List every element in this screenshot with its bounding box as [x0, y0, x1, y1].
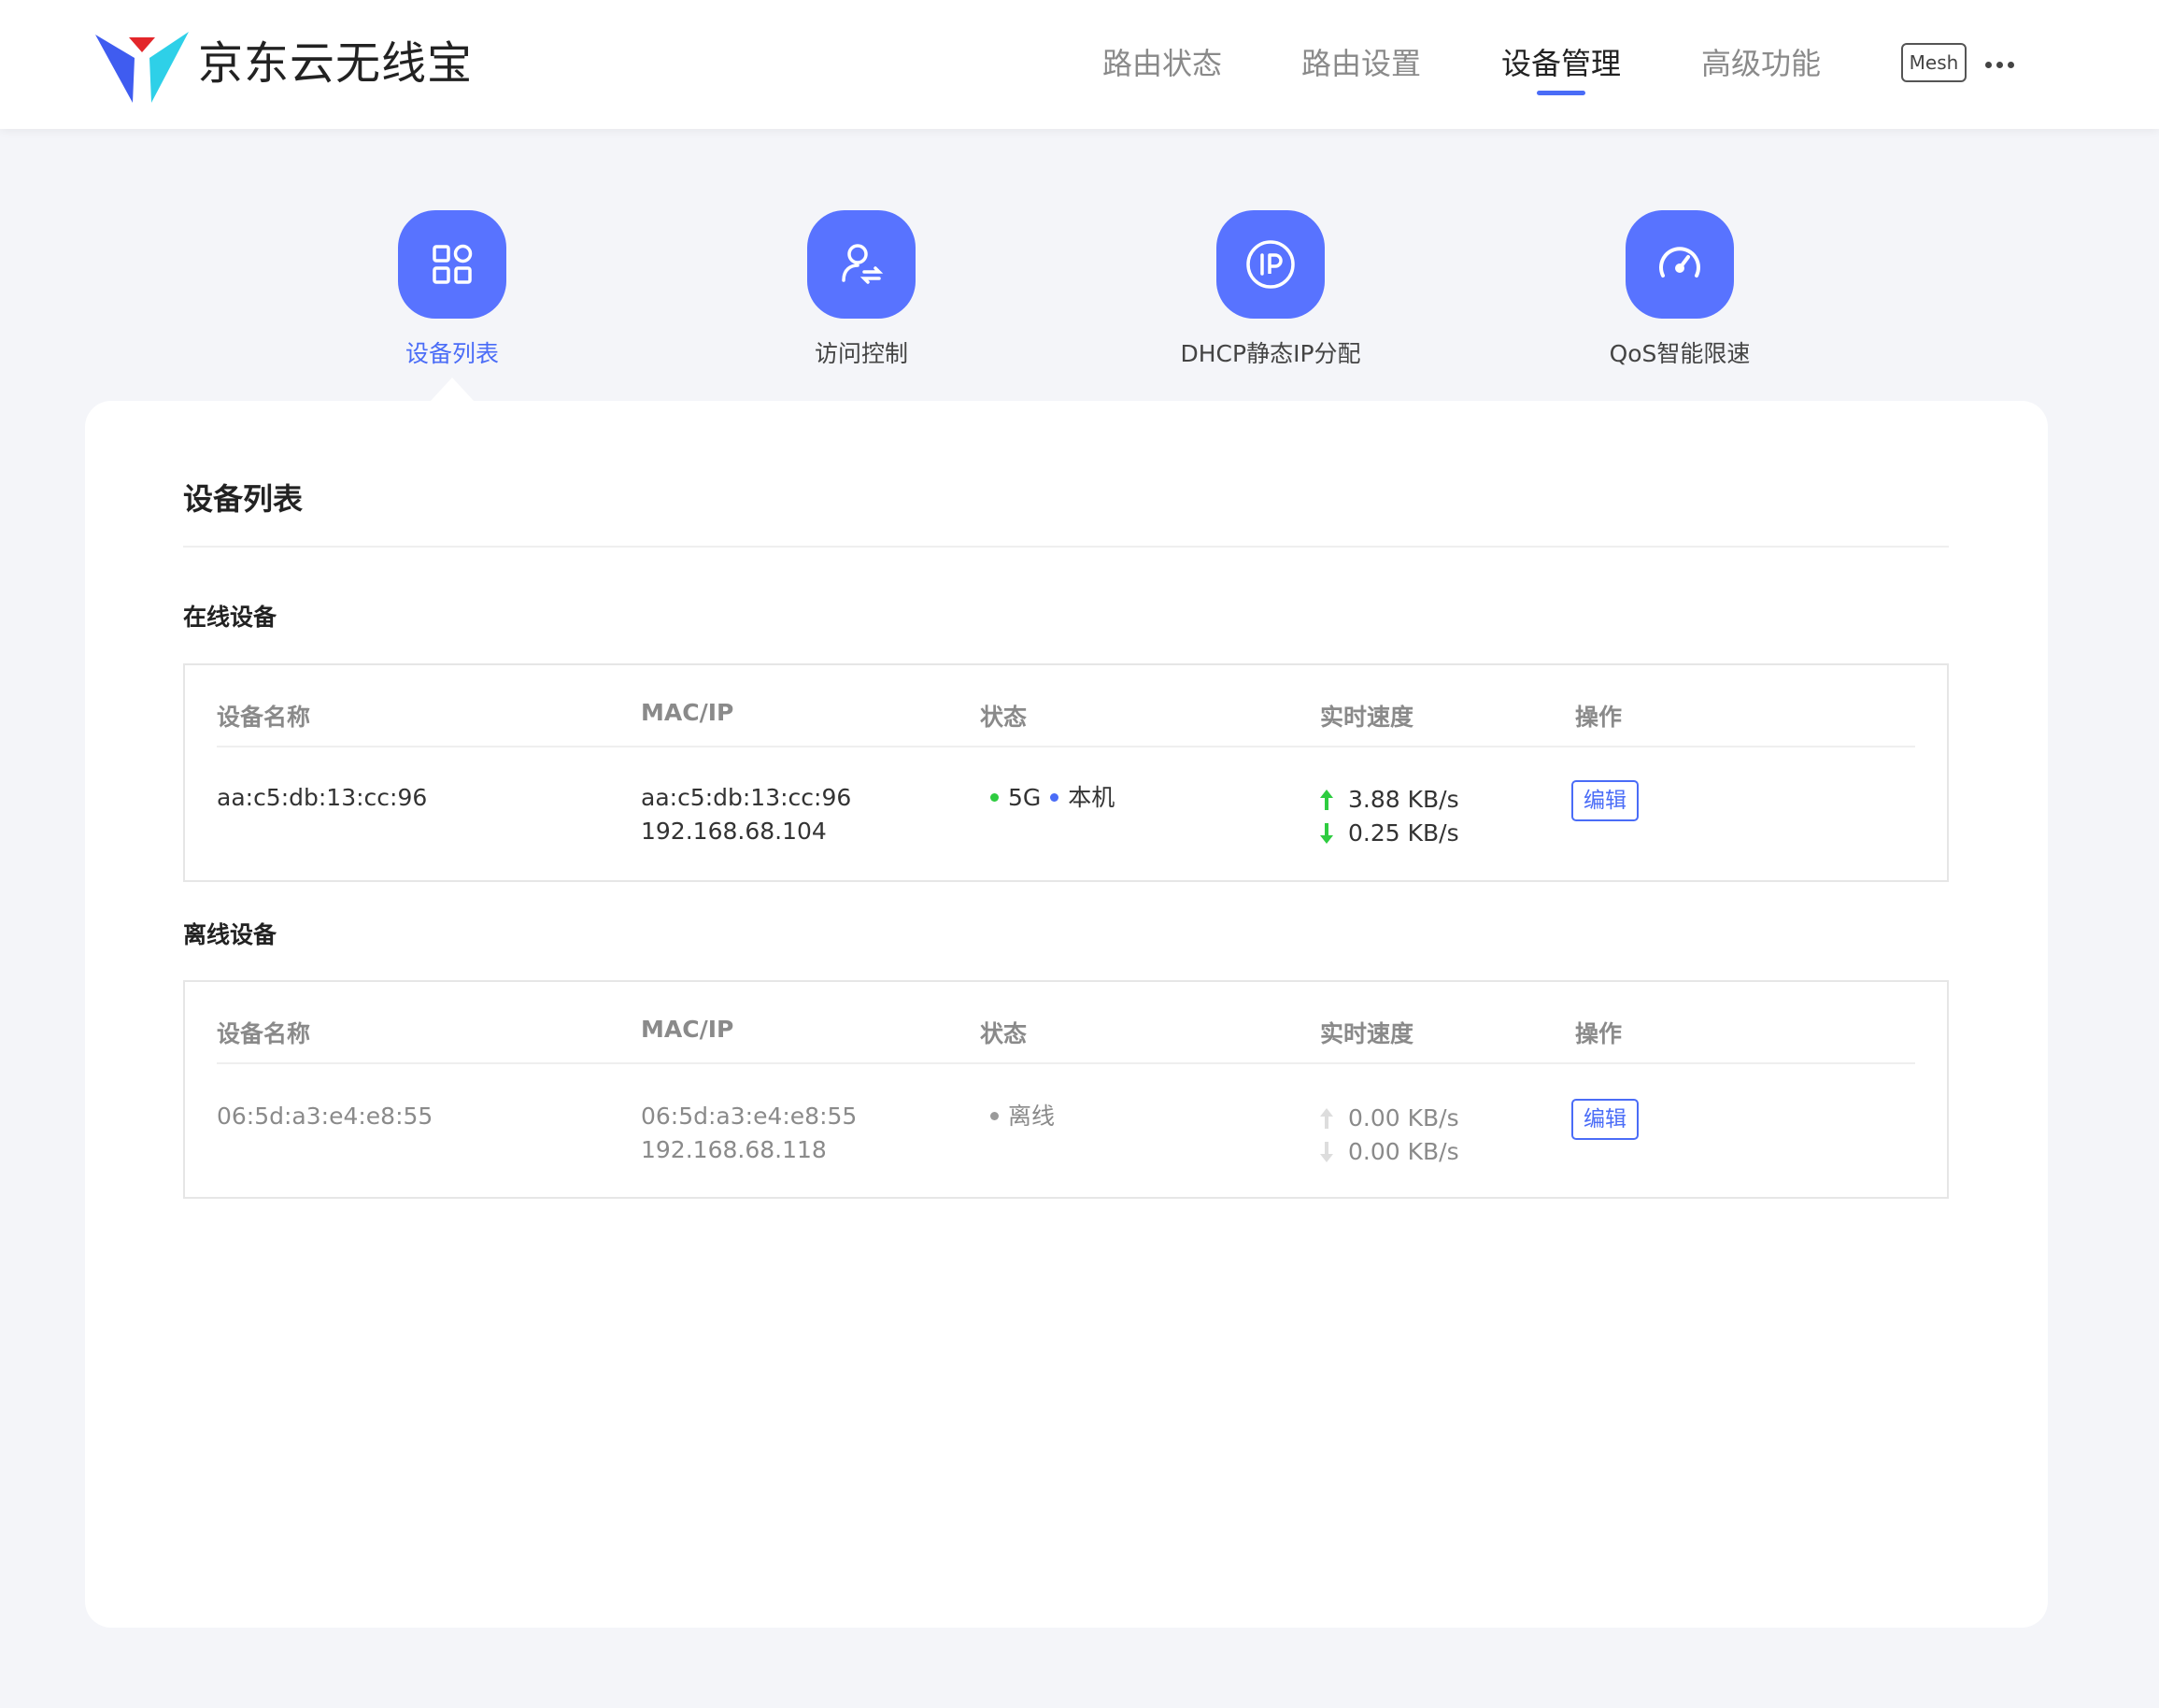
offline-devices-table: 设备名称 MAC/IP 状态 实时速度 操作 06:5d:a3:e4:e8:55… — [183, 980, 1949, 1199]
online-devices-table: 设备名称 MAC/IP 状态 实时速度 操作 aa:c5:db:13:cc:96… — [183, 663, 1949, 882]
device-mac: 06:5d:a3:e4:e8:55 — [641, 1103, 858, 1130]
nav-router-settings[interactable]: 路由设置 — [1301, 37, 1421, 90]
device-name: aa:c5:db:13:cc:96 — [217, 784, 428, 811]
download-arrow-icon — [1320, 1142, 1333, 1162]
nav-router-status[interactable]: 路由状态 — [1102, 37, 1222, 90]
device-speed: 3.88 KB/s 0.25 KB/s — [1320, 783, 1459, 850]
mesh-button[interactable]: Mesh — [1901, 43, 1967, 82]
column-header-mac-ip: MAC/IP — [641, 1016, 734, 1043]
column-header-speed: 实时速度 — [1320, 704, 1414, 731]
jd-cloud-logo-icon[interactable] — [95, 30, 189, 105]
device-list-card: 设备列表 在线设备 设备名称 MAC/IP 状态 实时速度 操作 aa:c5:d… — [85, 401, 2048, 1628]
device-name: 06:5d:a3:e4:e8:55 — [217, 1103, 433, 1130]
speedometer-icon — [1626, 210, 1734, 319]
download-arrow-icon — [1320, 823, 1333, 844]
upload-speed: 0.00 KB/s — [1348, 1104, 1459, 1132]
download-speed: 0.00 KB/s — [1348, 1138, 1459, 1165]
upload-speed: 3.88 KB/s — [1348, 786, 1459, 813]
offline-devices-title: 离线设备 — [183, 921, 277, 948]
card-divider — [183, 546, 1949, 548]
func-label: QoS智能限速 — [1609, 340, 1751, 367]
download-speed: 0.25 KB/s — [1348, 819, 1459, 847]
offline-status-label: 离线 — [1008, 1103, 1056, 1130]
column-header-action: 操作 — [1575, 704, 1623, 731]
column-header-status: 状态 — [980, 704, 1028, 731]
func-access-control[interactable]: 访问控制 — [721, 210, 1001, 369]
header-divider — [217, 1062, 1915, 1064]
edit-button[interactable]: 编辑 — [1571, 1099, 1639, 1140]
device-mac: aa:c5:db:13:cc:96 — [641, 784, 852, 811]
band-label: 5G — [1008, 784, 1042, 811]
local-dot-icon — [1050, 792, 1059, 802]
func-label: 访问控制 — [814, 340, 908, 367]
func-device-list[interactable]: 设备列表 — [312, 210, 592, 369]
local-device-tag: 本机 — [1068, 784, 1115, 811]
grid-icon — [398, 210, 506, 319]
device-status: 离线 — [990, 1100, 1055, 1133]
device-speed: 0.00 KB/s 0.00 KB/s — [1320, 1102, 1459, 1169]
column-header-name: 设备名称 — [217, 704, 311, 731]
brand-name: 京东云无线宝 — [198, 37, 474, 90]
card-title: 设备列表 — [183, 481, 304, 517]
column-header-status: 状态 — [980, 1020, 1028, 1047]
func-dhcp-static-ip[interactable]: DHCP静态IP分配 — [1130, 210, 1411, 369]
user-switch-icon — [807, 210, 916, 319]
device-ip: 192.168.68.118 — [641, 1136, 827, 1163]
column-header-speed: 实时速度 — [1320, 1020, 1414, 1047]
online-devices-title: 在线设备 — [183, 604, 277, 631]
ip-icon — [1216, 210, 1325, 319]
nav-advanced-features[interactable]: 高级功能 — [1701, 37, 1821, 90]
online-dot-icon — [990, 792, 999, 802]
top-header: 京东云无线宝 路由状态 路由设置 设备管理 高级功能 Mesh — [0, 0, 2159, 129]
active-tab-pointer — [430, 377, 475, 402]
func-label: 设备列表 — [405, 340, 499, 367]
func-qos-speed-limit[interactable]: QoS智能限速 — [1540, 210, 1820, 369]
device-ip: 192.168.68.104 — [641, 818, 827, 845]
func-label: DHCP静态IP分配 — [1180, 340, 1361, 367]
edit-button[interactable]: 编辑 — [1571, 780, 1639, 821]
nav-active-indicator — [1537, 91, 1585, 95]
column-header-action: 操作 — [1575, 1020, 1623, 1047]
nav-device-management[interactable]: 设备管理 — [1501, 37, 1621, 90]
more-horizontal-icon[interactable] — [1985, 54, 2019, 73]
upload-arrow-icon — [1320, 1108, 1333, 1129]
device-status: 5G 本机 — [990, 781, 1115, 815]
offline-dot-icon — [990, 1111, 999, 1120]
column-header-name: 设备名称 — [217, 1020, 311, 1047]
header-divider — [217, 746, 1915, 747]
upload-arrow-icon — [1320, 790, 1333, 810]
column-header-mac-ip: MAC/IP — [641, 699, 734, 726]
